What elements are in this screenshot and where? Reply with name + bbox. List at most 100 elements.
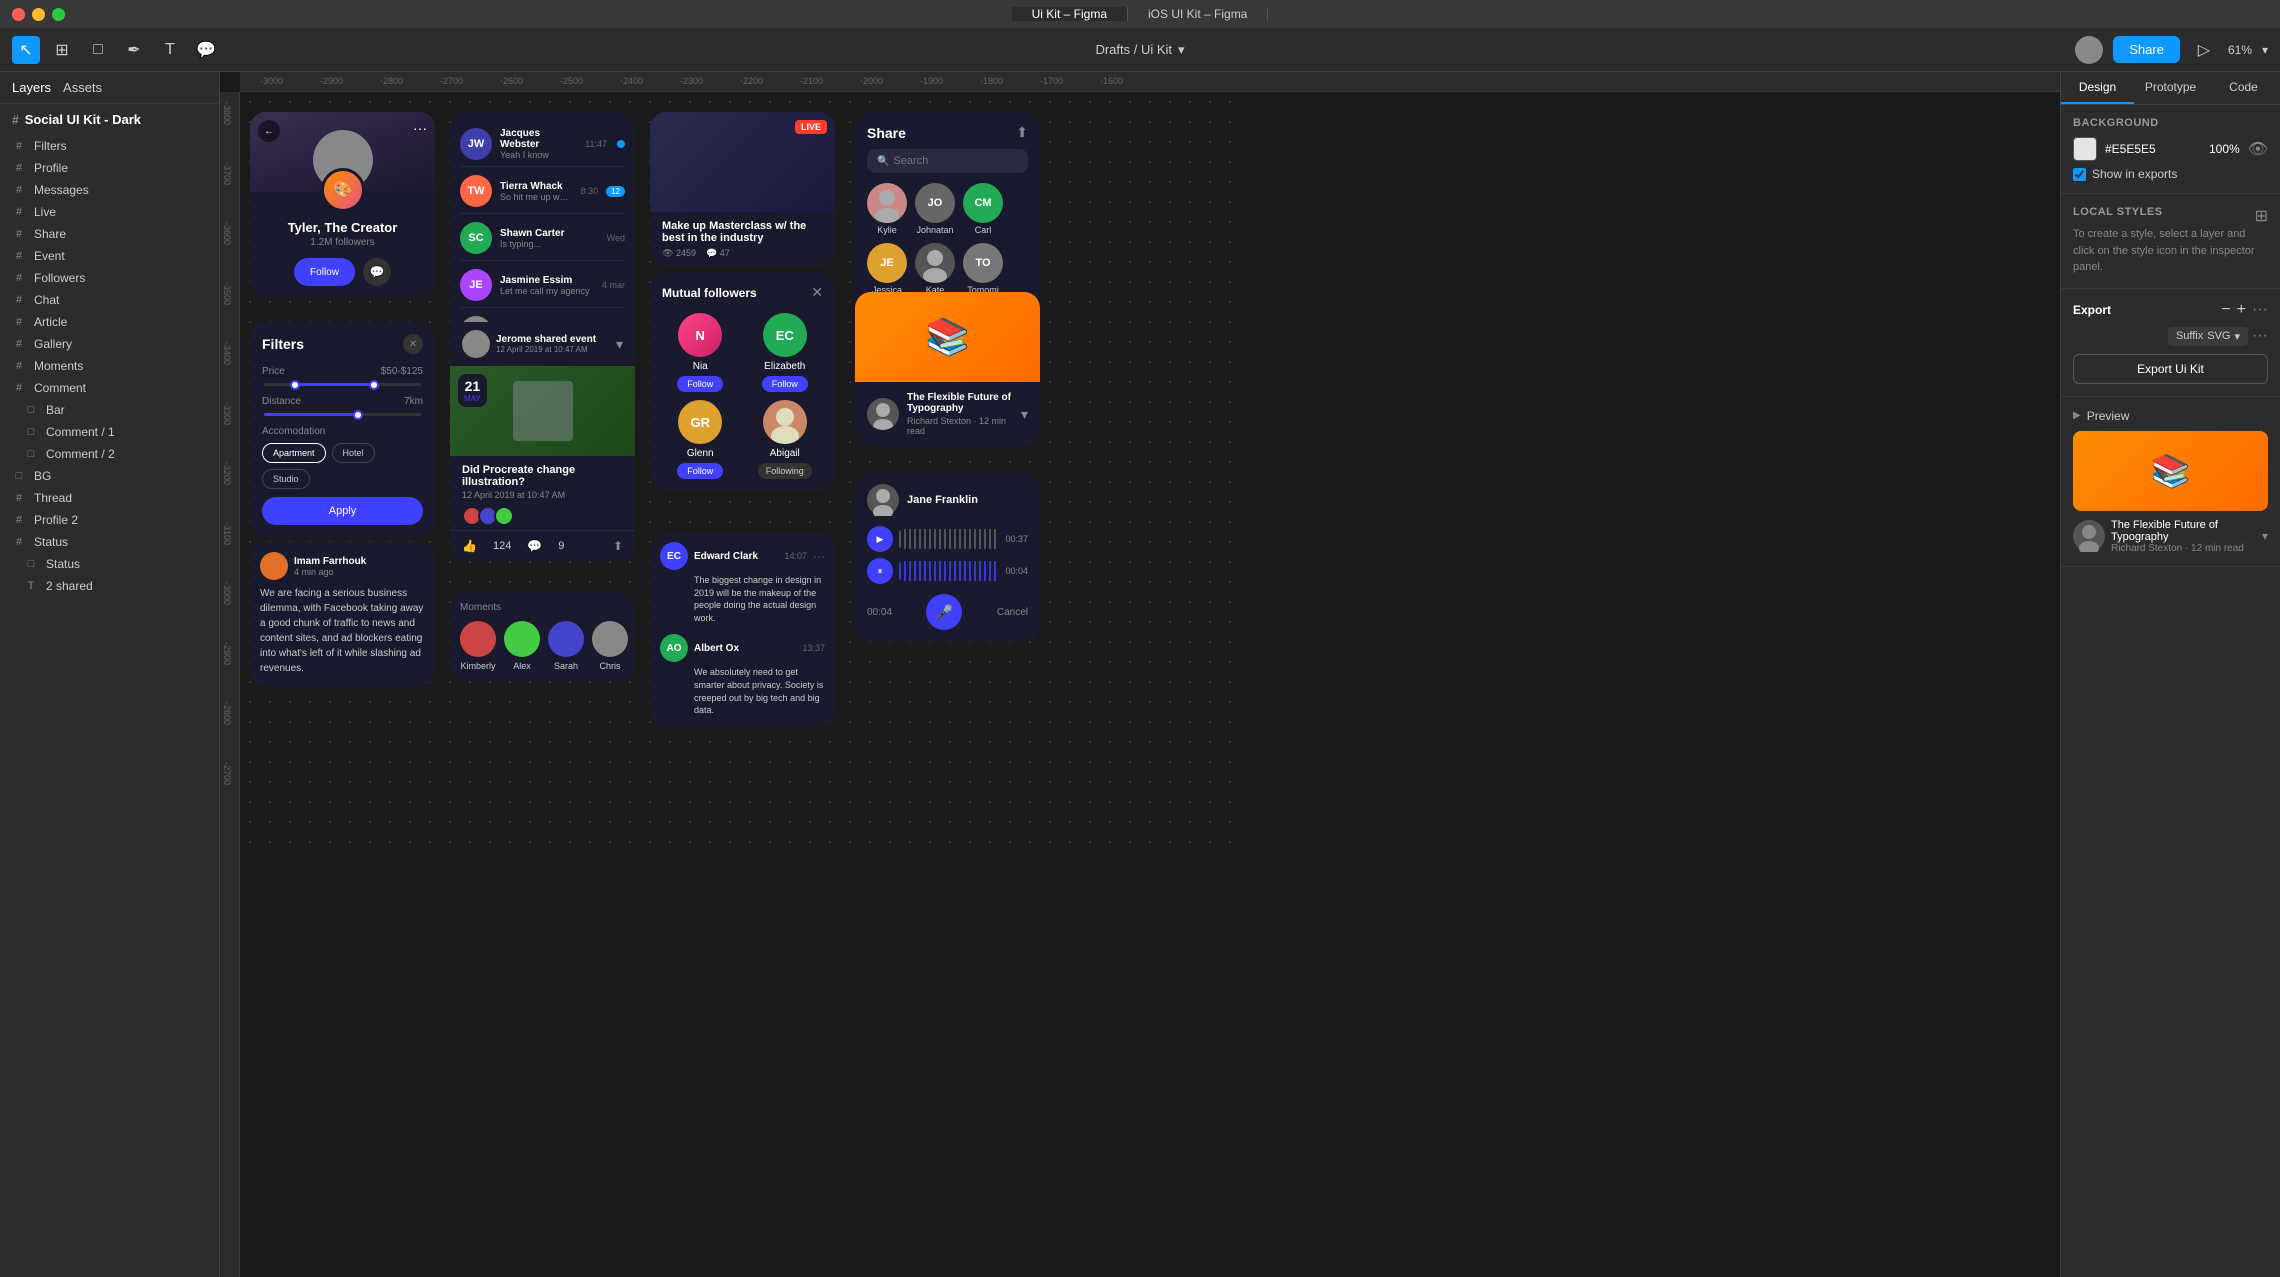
layer-item-comment---1[interactable]: □ Comment / 1: [0, 421, 219, 443]
apply-button[interactable]: Apply: [262, 497, 423, 525]
cancel-button[interactable]: Cancel: [997, 607, 1028, 618]
mutual-follow-button[interactable]: Follow: [677, 463, 723, 479]
share-search-input[interactable]: [893, 155, 1018, 167]
export-minus-button[interactable]: −: [2221, 301, 2230, 319]
share-avatar-item: JE Jessica: [867, 243, 907, 295]
audio-play-button[interactable]: ▶: [867, 526, 893, 552]
maximize-dot[interactable]: [52, 8, 65, 21]
layer-item-bar[interactable]: □ Bar: [0, 399, 219, 421]
profile-cover: ← ··· 🎨: [250, 112, 435, 192]
preview-header[interactable]: ▶ Preview: [2073, 409, 2268, 423]
layer-item-gallery[interactable]: # Gallery: [0, 333, 219, 355]
layer-list: # Filters # Profile # Messages # Live # …: [0, 135, 219, 597]
layer-item-profile-2[interactable]: # Profile 2: [0, 509, 219, 531]
layer-item-comment[interactable]: # Comment: [0, 377, 219, 399]
back-button[interactable]: ←: [258, 120, 280, 142]
layer-item-thread[interactable]: # Thread: [0, 487, 219, 509]
mutual-close-button[interactable]: ✕: [811, 284, 823, 301]
window-controls: [12, 8, 65, 21]
message-item[interactable]: JE Jasmine Essim Let me call my agency 4…: [460, 263, 625, 308]
tab-ios-uikit[interactable]: iOS UI Kit – Figma: [1128, 7, 1268, 21]
message-item[interactable]: SC Shawn Carter Is typing... Wed: [460, 216, 625, 261]
hotel-chip[interactable]: Hotel: [332, 443, 375, 463]
code-tab[interactable]: Code: [2207, 72, 2280, 104]
article-preview-card: 📚 The Flexible Future of Typography Rich…: [855, 292, 1040, 446]
mic-button[interactable]: 🎤: [926, 594, 962, 630]
price-slider-thumb-left[interactable]: [290, 380, 300, 390]
visibility-icon[interactable]: 👁: [2248, 139, 2268, 159]
layer-item-live[interactable]: # Live: [0, 201, 219, 223]
layers-tab[interactable]: Layers: [12, 80, 51, 95]
layer-item-followers[interactable]: # Followers: [0, 267, 219, 289]
follow-button[interactable]: Follow: [294, 258, 355, 286]
more-button[interactable]: ···: [413, 120, 427, 136]
prototype-tab[interactable]: Prototype: [2134, 72, 2207, 104]
mutual-follow-button[interactable]: Follow: [762, 376, 808, 392]
frame-tool[interactable]: ⊞: [48, 36, 76, 64]
layer-item-event[interactable]: # Event: [0, 245, 219, 267]
message-item[interactable]: JW Jacques Webster Yeah I know 11:47: [460, 122, 625, 167]
toolbar-right: Share ▷ 61% ▾: [2075, 36, 2268, 64]
chat-more-button[interactable]: ···: [813, 549, 825, 563]
layer-item-bg[interactable]: □ BG: [0, 465, 219, 487]
share-button[interactable]: ⬆: [613, 539, 623, 553]
layer-item-moments[interactable]: # Moments: [0, 355, 219, 377]
layer-item-profile[interactable]: # Profile: [0, 157, 219, 179]
suffix-more-icon[interactable]: ···: [2252, 327, 2268, 346]
show-in-exports-checkbox[interactable]: [2073, 168, 2086, 181]
layer-item-status[interactable]: □ Status: [0, 553, 219, 575]
layer-item-status[interactable]: # Status: [0, 531, 219, 553]
mutual-follow-button[interactable]: Follow: [677, 376, 723, 392]
comment-tool[interactable]: 💬: [192, 36, 220, 64]
minimize-dot[interactable]: [32, 8, 45, 21]
pen-tool[interactable]: ✒: [120, 36, 148, 64]
export-plus-button[interactable]: +: [2237, 301, 2246, 319]
layer-item-2-shared[interactable]: T 2 shared: [0, 575, 219, 597]
play-button[interactable]: ▷: [2190, 36, 2218, 64]
tab-uikit[interactable]: Ui Kit – Figma: [1012, 7, 1128, 21]
design-tab[interactable]: Design: [2061, 72, 2134, 104]
cursor-tool[interactable]: ↖: [12, 36, 40, 64]
share-button[interactable]: Share: [2113, 36, 2180, 63]
studio-chip[interactable]: Studio: [262, 469, 310, 489]
comment-button[interactable]: 💬: [527, 539, 542, 553]
zoom-level: 61%: [2228, 43, 2252, 57]
live-badge: LIVE: [795, 120, 827, 134]
layer-item-comment---2[interactable]: □ Comment / 2: [0, 443, 219, 465]
message-avatar: TW: [460, 175, 492, 207]
canvas-area[interactable]: -3000 -2900 -2800 -2700 -2600 -2500 -240…: [220, 72, 2060, 1277]
layer-item-chat[interactable]: # Chat: [0, 289, 219, 311]
canvas-viewport: ← ··· 🎨 Tyler, The Creator 1.2M follower…: [240, 92, 2060, 1277]
price-slider[interactable]: [264, 383, 421, 386]
message-button[interactable]: 💬: [363, 258, 391, 286]
share-upload-icon[interactable]: ⬆: [1016, 124, 1028, 141]
audio-pause-button[interactable]: ⏸: [867, 558, 893, 584]
distance-slider-thumb[interactable]: [353, 410, 363, 420]
assets-tab[interactable]: Assets: [63, 80, 102, 95]
export-kit-button[interactable]: Export Ui Kit: [2073, 354, 2268, 384]
distance-slider[interactable]: [264, 413, 421, 416]
layer-item-filters[interactable]: # Filters: [0, 135, 219, 157]
share-avatar-item: Kate: [915, 243, 955, 295]
message-item[interactable]: TW Tierra Whack So hit me up when you're…: [460, 169, 625, 214]
filters-close-button[interactable]: ✕: [403, 334, 423, 354]
thread-text: We are facing a serious business dilemma…: [260, 586, 425, 676]
layer-item-messages[interactable]: # Messages: [0, 179, 219, 201]
text-tool[interactable]: T: [156, 36, 184, 64]
apartment-chip[interactable]: Apartment: [262, 443, 326, 463]
background-color-swatch[interactable]: [2073, 137, 2097, 161]
like-button[interactable]: 👍: [462, 539, 477, 553]
export-more-icon[interactable]: ···: [2252, 301, 2268, 319]
mutual-following-button[interactable]: Following: [758, 463, 812, 479]
shape-tool[interactable]: □: [84, 36, 112, 64]
close-dot[interactable]: [12, 8, 25, 21]
preview-section: ▶ Preview 📚 The Flexible Future of Typog…: [2061, 397, 2280, 567]
add-style-icon[interactable]: ⊞: [2255, 206, 2268, 226]
layer-item-article[interactable]: # Article: [0, 311, 219, 333]
preview-image: 📚: [2073, 431, 2268, 511]
filters-card: Filters ✕ Price $50-$125: [250, 322, 435, 537]
layer-item-share[interactable]: # Share: [0, 223, 219, 245]
price-slider-thumb-right[interactable]: [369, 380, 379, 390]
distance-label: Distance: [262, 396, 301, 407]
suffix-label: Suffix: [2176, 330, 2203, 342]
